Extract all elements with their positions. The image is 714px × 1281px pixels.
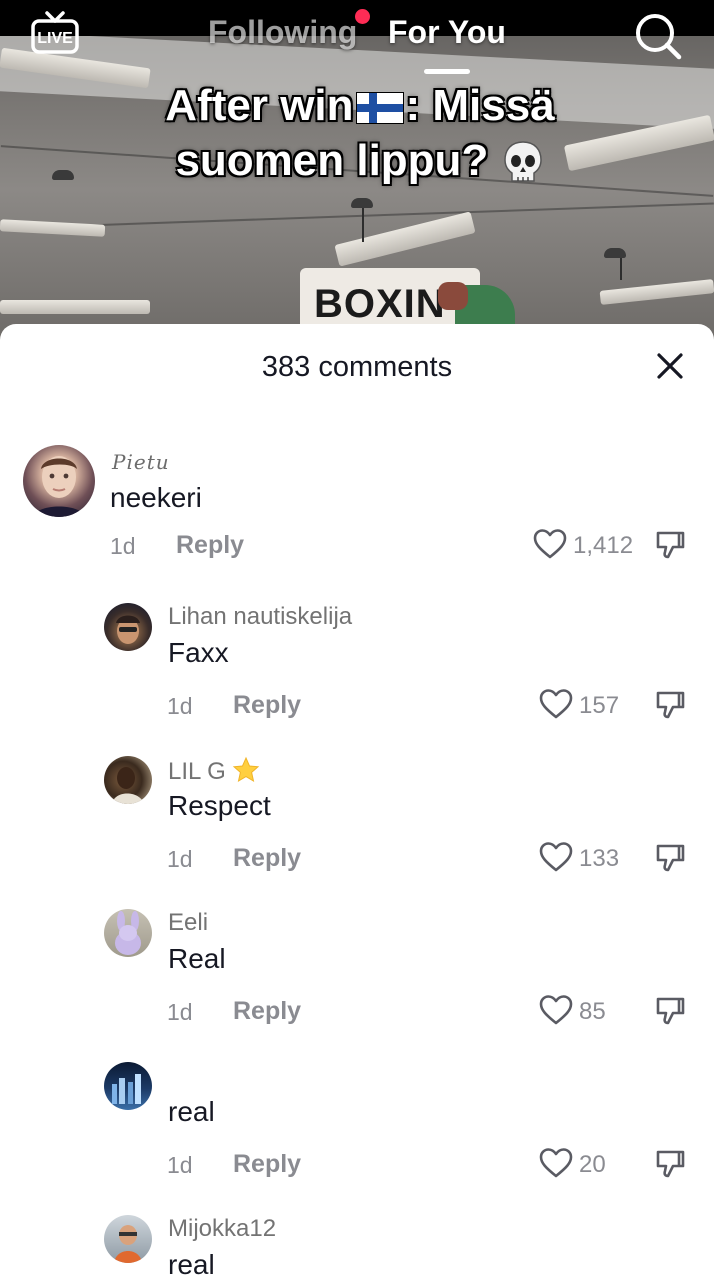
comments-sheet: 383 comments Pietu neekeri 1d Reply 1,41… bbox=[0, 324, 714, 1280]
comment-date: 1d bbox=[110, 533, 136, 559]
comment-item: real 1d Reply 20 bbox=[0, 1058, 714, 1188]
reply-button[interactable]: Reply bbox=[233, 997, 301, 1026]
comment-text: Faxx bbox=[168, 637, 229, 668]
comment-date: 1d bbox=[167, 999, 193, 1025]
svg-text:LIVE: LIVE bbox=[37, 30, 73, 47]
tab-following[interactable]: Following bbox=[208, 14, 357, 51]
tab-for-you[interactable]: For You bbox=[388, 14, 506, 51]
comment-text: Real bbox=[168, 943, 226, 974]
comment-username[interactable]: Eeli bbox=[168, 909, 208, 937]
comment-username[interactable]: Pietu bbox=[112, 450, 170, 474]
like-heart-icon[interactable] bbox=[539, 688, 573, 720]
like-count: 157 bbox=[579, 692, 620, 719]
close-icon bbox=[657, 353, 683, 379]
reply-button[interactable]: Reply bbox=[233, 691, 301, 720]
comment-item: LIL G Respect 1d Reply 133 bbox=[0, 752, 714, 882]
like-heart-icon[interactable] bbox=[539, 841, 573, 873]
comment-username[interactable]: Mijokka12 bbox=[168, 1215, 276, 1243]
avatar[interactable] bbox=[104, 1062, 152, 1110]
comment-text: Respect bbox=[168, 790, 271, 821]
video-caption: After win : Missä suomen lippu? bbox=[110, 78, 610, 188]
dislike-icon[interactable] bbox=[654, 528, 686, 560]
finland-flag-icon bbox=[355, 92, 404, 125]
live-button[interactable]: LIVE bbox=[30, 10, 80, 56]
reply-button[interactable]: Reply bbox=[176, 531, 244, 560]
live-tv-icon: LIVE bbox=[31, 11, 79, 54]
like-count: 1,412 bbox=[573, 532, 634, 559]
comment-text: real bbox=[168, 1096, 215, 1127]
avatar[interactable] bbox=[104, 1215, 152, 1263]
search-icon bbox=[636, 14, 682, 60]
like-count: 20 bbox=[579, 1151, 606, 1178]
comment-item: Pietu neekeri 1d Reply 1,412 bbox=[0, 444, 714, 574]
avatar[interactable] bbox=[104, 756, 152, 804]
comment-date: 1d bbox=[167, 1152, 193, 1178]
like-count: 85 bbox=[579, 998, 606, 1025]
dislike-icon[interactable] bbox=[654, 688, 686, 720]
like-heart-icon[interactable] bbox=[539, 1147, 573, 1179]
comment-date: 1d bbox=[167, 693, 193, 719]
search-button[interactable] bbox=[632, 10, 684, 62]
active-tab-indicator bbox=[424, 69, 470, 74]
boxing-sign-text: BOXIN bbox=[314, 282, 446, 326]
comment-item: Mijokka12 real bbox=[0, 1211, 714, 1280]
like-heart-icon[interactable] bbox=[539, 994, 573, 1026]
comment-username-text: LIL G bbox=[168, 758, 226, 785]
star-emoji-icon bbox=[233, 756, 260, 783]
comment-item: Lihan nautiskelija Faxx 1d Reply 157 bbox=[0, 599, 714, 729]
notification-dot bbox=[355, 9, 370, 24]
raised-fist bbox=[438, 282, 468, 310]
comment-item: Eeli Real 1d Reply 85 bbox=[0, 905, 714, 1035]
avatar[interactable] bbox=[23, 445, 95, 517]
caption-part1: After win bbox=[165, 81, 354, 130]
caption-part3: suomen lippu? bbox=[175, 136, 489, 185]
caption-part2: : Missä bbox=[405, 81, 555, 130]
like-count: 133 bbox=[579, 845, 620, 872]
comment-username[interactable]: LIL G bbox=[168, 756, 260, 786]
comment-text: real bbox=[168, 1249, 215, 1280]
reply-button[interactable]: Reply bbox=[233, 844, 301, 873]
comment-text: neekeri bbox=[110, 482, 202, 513]
dislike-icon[interactable] bbox=[654, 841, 686, 873]
dislike-icon[interactable] bbox=[654, 1147, 686, 1179]
close-button[interactable] bbox=[654, 350, 686, 382]
dislike-icon[interactable] bbox=[654, 994, 686, 1026]
comment-date: 1d bbox=[167, 846, 193, 872]
skull-icon bbox=[503, 141, 542, 183]
like-heart-icon[interactable] bbox=[533, 528, 567, 560]
reply-button[interactable]: Reply bbox=[233, 1150, 301, 1179]
comment-username[interactable]: Lihan nautiskelija bbox=[168, 603, 352, 631]
avatar[interactable] bbox=[104, 603, 152, 651]
avatar[interactable] bbox=[104, 909, 152, 957]
comments-count-title: 383 comments bbox=[261, 351, 453, 383]
